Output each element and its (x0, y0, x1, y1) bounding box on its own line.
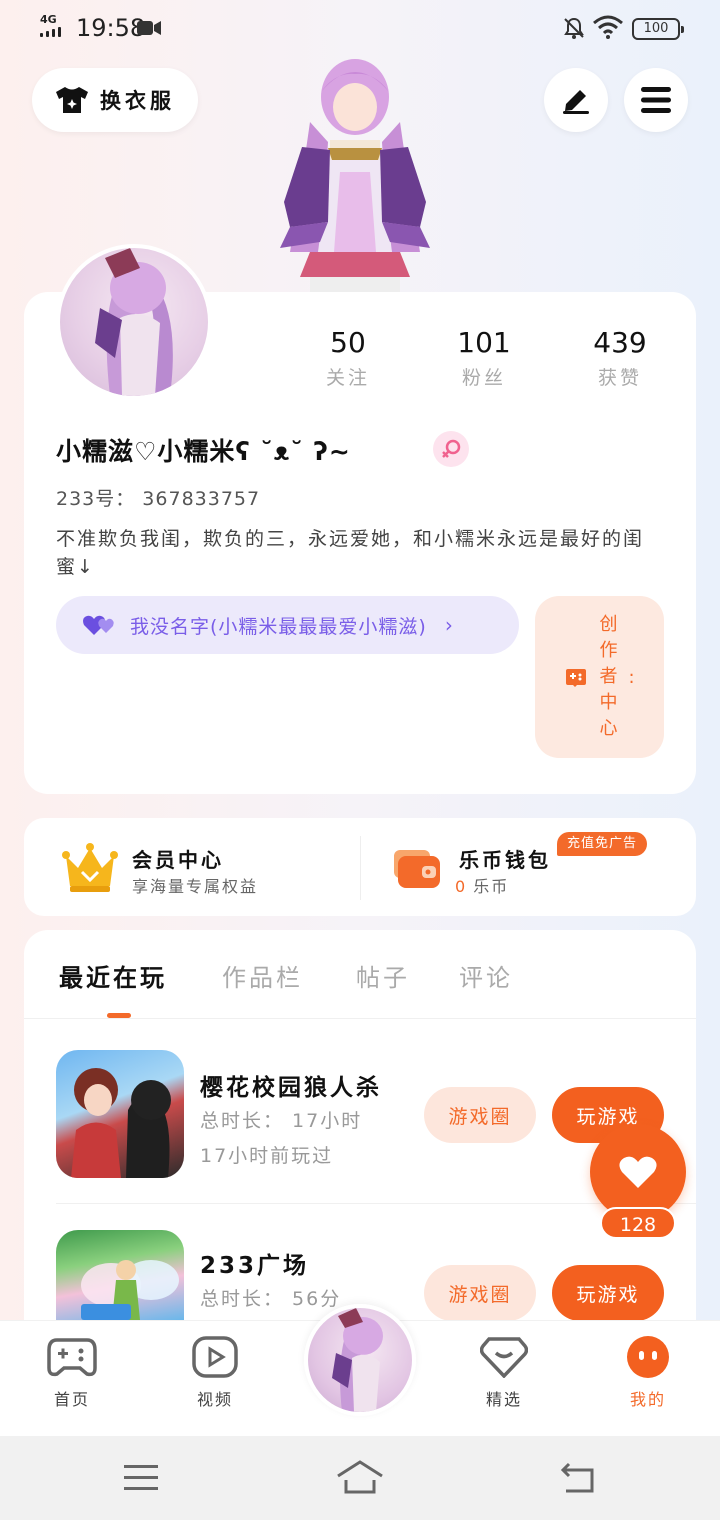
wifi-icon (593, 15, 623, 39)
recent-apps-icon[interactable] (117, 1458, 165, 1498)
bio-text: 不准欺负我闺，欺负的三，永远爱她，和小糯米永远是最好的闺蜜↓ (56, 528, 645, 578)
like-count: 128 (600, 1207, 676, 1239)
back-icon[interactable] (556, 1458, 604, 1498)
game-duration: 总时长： 56分 (200, 1288, 342, 1310)
camera-icon (137, 21, 161, 35)
divider (56, 1203, 696, 1204)
wallet-balance: 0 乐币 (455, 873, 509, 897)
recharge-ad-free-badge[interactable]: 充值免广告 (557, 832, 648, 856)
likes-count: 439 (593, 326, 647, 359)
nav-home-label: 首页 (53, 1390, 90, 1409)
stat-following[interactable]: 50 关注 (293, 326, 403, 390)
tshirt-icon (56, 87, 88, 113)
vip-center-title[interactable]: 会员中心 (132, 844, 224, 873)
gamepad-icon (47, 1338, 97, 1377)
tab-recently-played[interactable]: 最近在玩 (59, 958, 167, 993)
family-group-pill[interactable]: 我没名字(小糯米最最最爱小糯滋) › (56, 596, 519, 654)
avatar-image (332, 1308, 383, 1412)
following-label: 关注 (325, 367, 370, 389)
heart-icon (83, 615, 114, 635)
network-type: 4G (40, 13, 57, 26)
profile-icon (627, 1336, 669, 1378)
fans-count: 101 (457, 326, 511, 359)
like-button[interactable] (590, 1124, 686, 1220)
wallet-title[interactable]: 乐币钱包 (459, 844, 551, 873)
tab-comments[interactable]: 评论 (459, 958, 513, 993)
nav-video[interactable]: 视频 (165, 1336, 265, 1410)
wallet-icon (394, 850, 440, 888)
pen-icon (563, 90, 589, 114)
signal-icon (40, 27, 61, 37)
nav-featured-label: 精选 (485, 1390, 522, 1409)
profile-avatar[interactable] (56, 244, 212, 400)
change-outfit-button[interactable]: 换衣服 (32, 68, 198, 132)
gamepad-icon (566, 669, 587, 687)
more-dots-icon: : (628, 666, 635, 688)
edit-profile-button[interactable] (544, 68, 608, 132)
nav-video-label: 视频 (196, 1390, 233, 1409)
home-icon[interactable] (336, 1458, 384, 1498)
divider (24, 1018, 696, 1019)
wallet-unit: 乐币 (473, 877, 510, 896)
game-circle-button[interactable]: 游戏圈 (424, 1087, 536, 1143)
video-icon (192, 1336, 238, 1378)
avatar-image (95, 248, 173, 396)
stat-likes[interactable]: 439 获赞 (565, 326, 675, 390)
nav-avatar-button[interactable] (304, 1304, 416, 1416)
tab-works[interactable]: 作品栏 (222, 958, 303, 993)
character-avatar[interactable] (250, 52, 460, 294)
nav-home[interactable]: 首页 (22, 1336, 122, 1410)
nav-me[interactable]: 我的 (598, 1336, 698, 1410)
game-title[interactable]: 233广场 (200, 1246, 309, 1280)
game-thumbnail[interactable] (56, 1230, 184, 1320)
nav-featured[interactable]: 精选 (454, 1336, 554, 1410)
change-outfit-label: 换衣服 (100, 89, 175, 113)
username: 小糯滋♡小糯米ʕ ˘ᴥ˘ ʔ~ (56, 437, 351, 466)
likes-label: 获赞 (597, 367, 642, 389)
menu-button[interactable] (624, 68, 688, 132)
game-duration: 总时长： 17小时 (200, 1110, 363, 1132)
battery-indicator: 100 (632, 18, 684, 40)
chevron-right-icon: › (444, 613, 453, 637)
game-thumbnail[interactable] (56, 1050, 184, 1178)
featured-icon (479, 1337, 529, 1379)
game-circle-button[interactable]: 游戏圈 (424, 1265, 536, 1321)
muted-bell-icon (564, 17, 584, 39)
user-id[interactable]: 233号： 367833757 (56, 484, 260, 511)
crown-icon (62, 843, 118, 892)
fans-label: 粉丝 (461, 367, 506, 389)
vip-center-subtitle: 享海量专属权益 (132, 877, 259, 896)
following-count: 50 (330, 326, 366, 359)
nav-me-label: 我的 (629, 1390, 666, 1409)
play-game-button[interactable]: 玩游戏 (552, 1265, 664, 1321)
game-last-played: 17小时前玩过 (200, 1145, 334, 1167)
heart-icon (619, 1156, 657, 1188)
female-icon (433, 431, 469, 467)
tab-posts[interactable]: 帖子 (356, 958, 410, 993)
wallet-amount: 0 (455, 877, 468, 896)
clock: 19:58 (76, 14, 146, 42)
creator-center-button[interactable]: 创作者中心 : (535, 596, 664, 758)
creator-center-label: 创作者中心 (599, 614, 618, 739)
game-title[interactable]: 樱花校园狼人杀 (200, 1068, 382, 1102)
stat-fans[interactable]: 101 粉丝 (429, 326, 539, 390)
family-group-label: 我没名字(小糯米最最最爱小糯滋) (130, 615, 427, 638)
divider (360, 836, 361, 900)
hamburger-icon (641, 87, 671, 113)
